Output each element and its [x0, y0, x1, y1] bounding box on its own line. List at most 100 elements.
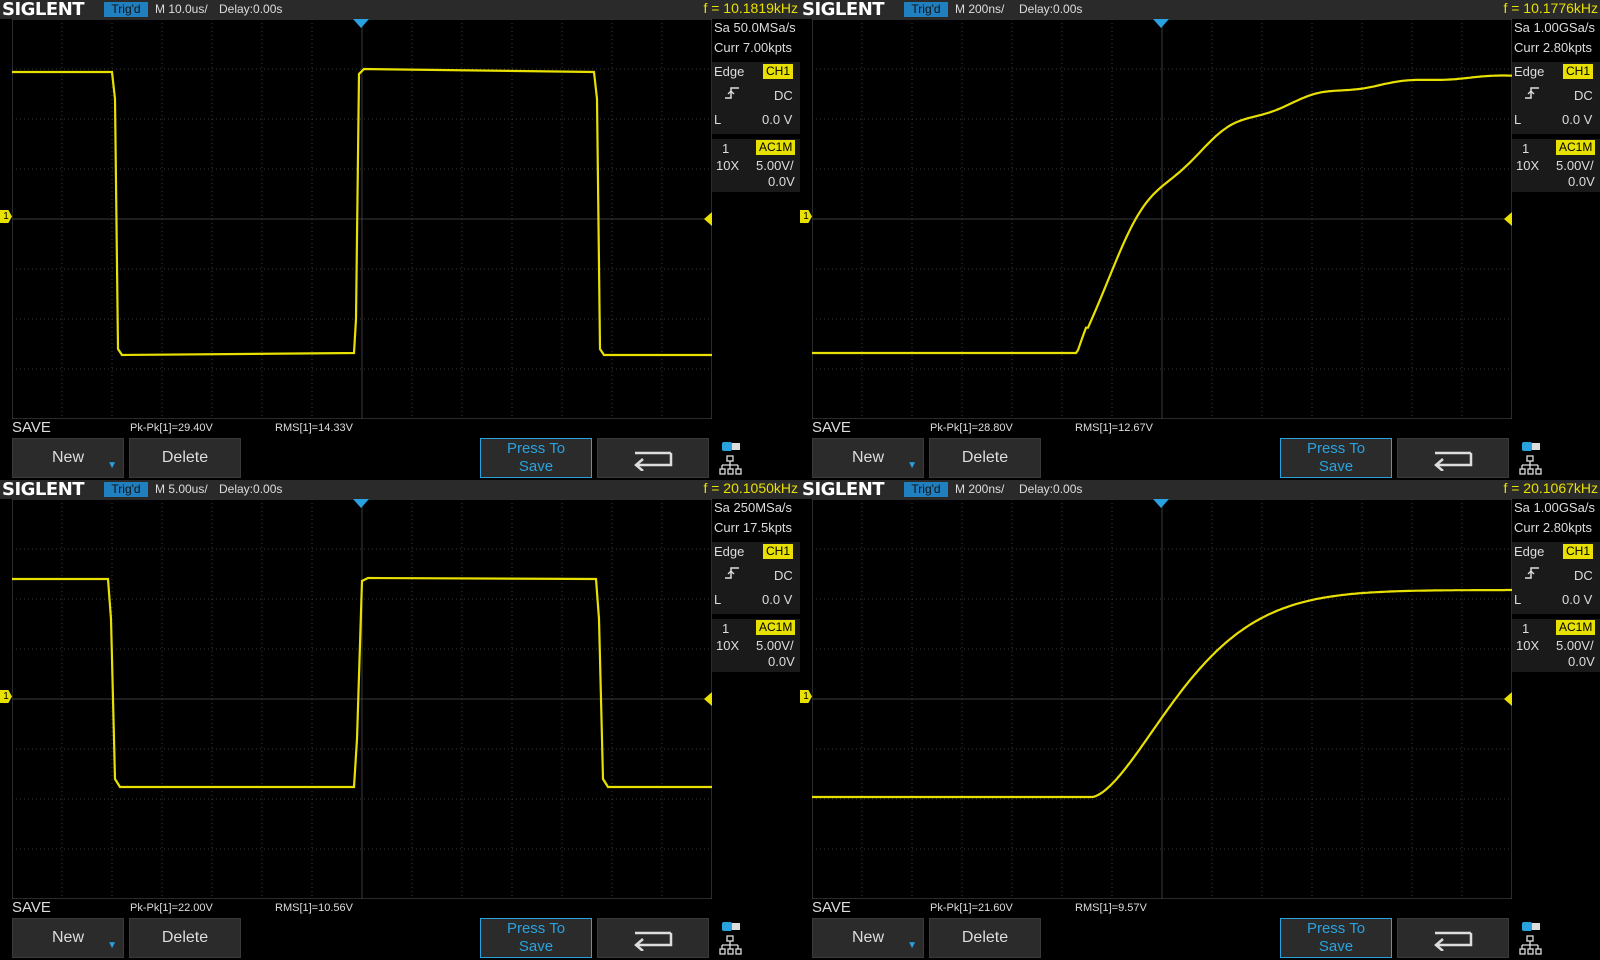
- memory-depth: Curr 7.00kpts: [714, 40, 793, 55]
- trigger-edge-icon: [1524, 86, 1540, 103]
- status-icons: [718, 920, 744, 958]
- measurement-rms: RMS[1]=9.57V: [1075, 902, 1147, 914]
- trigger-position-marker[interactable]: [353, 499, 369, 508]
- trigger-status-badge[interactable]: Trig'd: [104, 482, 148, 497]
- probe-attenuation: 10X: [1516, 158, 1540, 173]
- timebase-readout[interactable]: M 200ns/: [955, 2, 1004, 16]
- channel-coupling-badge: AC1M: [756, 620, 796, 635]
- measurement-rms: RMS[1]=10.56V: [275, 902, 353, 914]
- press-to-label: Press To: [506, 440, 566, 457]
- delay-readout[interactable]: Delay:0.00s: [219, 482, 282, 496]
- trigger-type: Edge: [714, 64, 745, 79]
- info-sidebar: Sa 1.00GSa/s Curr 2.80kpts Edge CH1 DC L…: [1512, 499, 1600, 949]
- delete-button[interactable]: Delete: [929, 438, 1041, 478]
- back-button[interactable]: [1397, 438, 1509, 478]
- scope-panel-3: SIGLENT Trig'd M 5.00us/ Delay:0.00s f =…: [0, 480, 800, 960]
- trigger-level-marker[interactable]: [1504, 692, 1512, 706]
- trigger-level-value: 0.0 V: [1562, 592, 1593, 607]
- delete-button[interactable]: Delete: [129, 918, 241, 958]
- network-icon: [719, 935, 742, 955]
- measurement-pkpk: Pk-Pk[1]=28.80V: [930, 422, 1013, 434]
- channel-offset: 0.0V: [1568, 174, 1595, 189]
- trigger-position-marker[interactable]: [1153, 499, 1169, 508]
- trigger-level-marker[interactable]: [704, 212, 712, 226]
- delete-button[interactable]: Delete: [929, 918, 1041, 958]
- trigger-info-box[interactable]: Edge CH1 DC L 0.0 V: [1512, 542, 1600, 614]
- trigger-level-marker[interactable]: [704, 692, 712, 706]
- trigger-source-badge: CH1: [1563, 544, 1594, 559]
- back-button[interactable]: [597, 918, 709, 958]
- back-arrow-icon: [634, 931, 673, 952]
- trigger-type: Edge: [1514, 544, 1545, 559]
- back-button[interactable]: [1397, 918, 1509, 958]
- delete-button-label: Delete: [161, 449, 209, 466]
- press-to-save-button[interactable]: Press To Save: [1280, 918, 1392, 958]
- new-button[interactable]: New ▼: [812, 918, 924, 958]
- channel-1-offset-marker[interactable]: 1: [800, 210, 812, 223]
- trigger-status-badge[interactable]: Trig'd: [904, 482, 948, 497]
- trigger-source-badge: CH1: [763, 544, 794, 559]
- new-button[interactable]: New ▼: [812, 438, 924, 478]
- waveform-display[interactable]: [12, 19, 712, 419]
- status-icons: [1518, 440, 1544, 478]
- delete-button-label: Delete: [961, 449, 1009, 466]
- waveform-display[interactable]: [812, 499, 1512, 899]
- channel-1-info-box[interactable]: 1 AC1M 10X 5.00V/ 0.0V: [712, 139, 800, 192]
- network-icon: [1519, 935, 1542, 955]
- waveform-display[interactable]: [812, 19, 1512, 419]
- channel-offset: 0.0V: [768, 654, 795, 669]
- channel-1-info-box[interactable]: 1 AC1M 10X 5.00V/ 0.0V: [1512, 619, 1600, 672]
- timebase-readout[interactable]: M 5.00us/: [155, 482, 208, 496]
- trigger-level-label: L: [714, 592, 722, 607]
- channel-1-info-box[interactable]: 1 AC1M 10X 5.00V/ 0.0V: [712, 619, 800, 672]
- press-to-save-button[interactable]: Press To Save: [1280, 438, 1392, 478]
- new-button-label: New: [851, 929, 884, 946]
- status-icons: [1518, 920, 1544, 958]
- trigger-status-badge[interactable]: Trig'd: [904, 2, 948, 17]
- volts-per-div: 5.00V/: [756, 158, 794, 173]
- trigger-level-marker[interactable]: [1504, 212, 1512, 226]
- back-button[interactable]: [597, 438, 709, 478]
- new-button[interactable]: New ▼: [12, 438, 124, 478]
- probe-attenuation: 10X: [1516, 638, 1540, 653]
- status-bar: SIGLENT Trig'd M 200ns/ Delay:0.00s f = …: [800, 0, 1600, 20]
- trigger-position-marker[interactable]: [353, 19, 369, 28]
- channel-coupling-badge: AC1M: [756, 140, 796, 155]
- channel-1-info-box[interactable]: 1 AC1M 10X 5.00V/ 0.0V: [1512, 139, 1600, 192]
- trigger-info-box[interactable]: Edge CH1 DC L 0.0 V: [712, 62, 800, 134]
- trigger-edge-icon: [1524, 566, 1540, 583]
- delay-readout[interactable]: Delay:0.00s: [1019, 2, 1082, 16]
- delete-button-label: Delete: [161, 929, 209, 946]
- delay-readout[interactable]: Delay:0.00s: [219, 2, 282, 16]
- channel-number: 1: [722, 141, 730, 156]
- new-button[interactable]: New ▼: [12, 918, 124, 958]
- delay-readout[interactable]: Delay:0.00s: [1019, 482, 1082, 496]
- save-menu-title: SAVE: [812, 899, 851, 916]
- save-label: Save: [518, 458, 554, 475]
- trigger-edge-icon: [724, 566, 740, 583]
- trigger-status-badge[interactable]: Trig'd: [104, 2, 148, 17]
- press-to-save-button[interactable]: Press To Save: [480, 918, 592, 958]
- trigger-position-marker[interactable]: [1153, 19, 1169, 28]
- frequency-counter: f = 10.1819kHz: [703, 0, 798, 16]
- trigger-level-value: 0.0 V: [1562, 112, 1593, 127]
- channel-1-offset-marker[interactable]: 1: [0, 210, 12, 223]
- network-icon: [1519, 455, 1542, 475]
- channel-1-offset-marker[interactable]: 1: [800, 690, 812, 703]
- press-to-save-button[interactable]: Press To Save: [480, 438, 592, 478]
- delete-button-label: Delete: [961, 929, 1009, 946]
- memory-depth: Curr 2.80kpts: [1514, 40, 1593, 55]
- waveform-display[interactable]: [12, 499, 712, 899]
- channel-number: 1: [1522, 141, 1530, 156]
- new-button-label: New: [51, 929, 84, 946]
- delete-button[interactable]: Delete: [129, 438, 241, 478]
- timebase-readout[interactable]: M 10.0us/: [155, 2, 208, 16]
- press-to-label: Press To: [1306, 440, 1366, 457]
- trigger-coupling: DC: [1574, 568, 1593, 583]
- back-arrow-icon: [1434, 931, 1473, 952]
- save-label: Save: [1318, 938, 1354, 955]
- trigger-info-box[interactable]: Edge CH1 DC L 0.0 V: [1512, 62, 1600, 134]
- channel-1-offset-marker[interactable]: 1: [0, 690, 12, 703]
- timebase-readout[interactable]: M 200ns/: [955, 482, 1004, 496]
- trigger-info-box[interactable]: Edge CH1 DC L 0.0 V: [712, 542, 800, 614]
